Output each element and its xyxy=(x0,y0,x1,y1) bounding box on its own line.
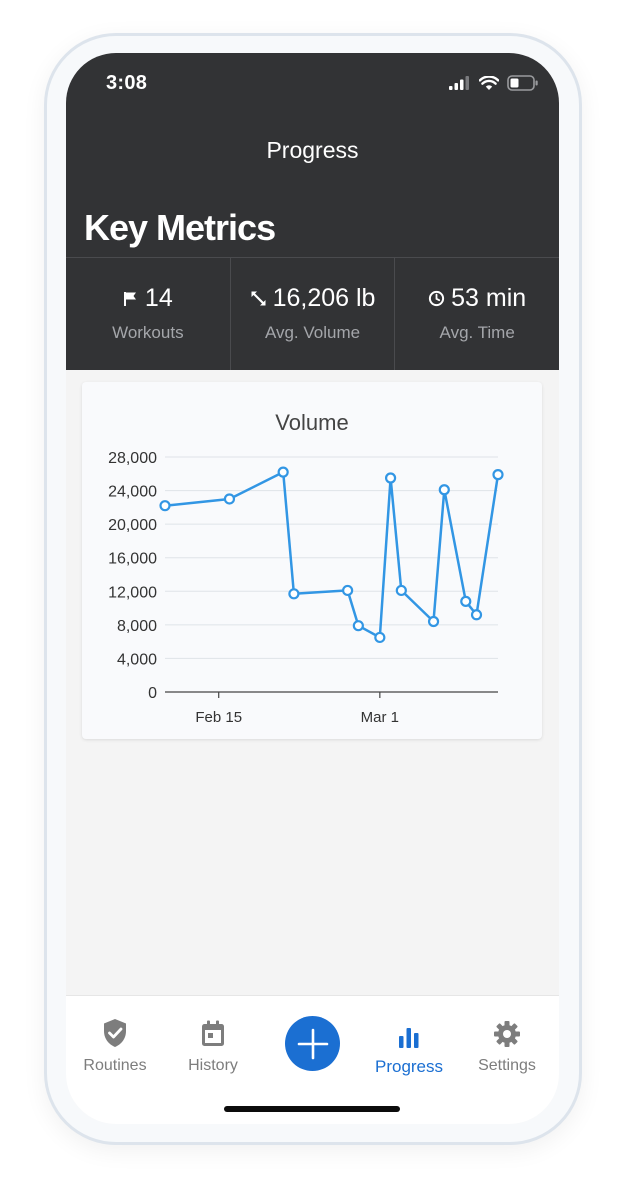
tab-label: History xyxy=(188,1057,238,1074)
data-point xyxy=(470,609,483,621)
tab-history[interactable]: History xyxy=(164,1016,262,1075)
metric-value: 14 xyxy=(144,284,173,312)
tab-progress[interactable]: Progress xyxy=(360,1016,458,1077)
status-icons xyxy=(449,75,539,91)
status-time: 3:08 xyxy=(106,72,148,94)
data-point xyxy=(288,588,300,600)
tab-settings[interactable]: Settings xyxy=(458,1016,556,1075)
battery-icon xyxy=(507,75,538,91)
data-point xyxy=(342,584,354,597)
header: 3:08 Progress Key Metrics 14 Workouts 16… xyxy=(66,53,559,370)
flag-icon xyxy=(123,291,136,306)
signal-icon xyxy=(449,76,469,90)
volume-series-line xyxy=(164,470,500,639)
shield-check-icon xyxy=(104,1019,126,1047)
data-point xyxy=(427,615,440,628)
home-indicator xyxy=(224,1106,400,1112)
plus-icon xyxy=(297,1028,328,1059)
y-tick-label: 20,000 xyxy=(108,517,157,534)
data-point xyxy=(159,500,171,512)
calendar-icon xyxy=(202,1020,224,1046)
x-tick-label: Feb 15 xyxy=(195,709,242,726)
data-point xyxy=(352,620,364,632)
tab-label: Routines xyxy=(83,1057,147,1074)
volume-chart-card: Volume 0 4,000 8,000 12,000 16,000 20,000 24,0… xyxy=(82,382,542,739)
y-tick-label: 24,000 xyxy=(108,484,157,501)
y-tick-label: 0 xyxy=(148,685,157,702)
y-tick-label: 28,000 xyxy=(108,450,157,467)
y-tick-label: 16,000 xyxy=(108,551,157,568)
y-tick-label: 4,000 xyxy=(117,651,157,668)
tab-label: Settings xyxy=(478,1057,536,1074)
data-point xyxy=(223,493,236,505)
metric-value: 16,206 lb xyxy=(272,284,376,312)
arrows-icon xyxy=(251,291,266,306)
metric-label: Workouts xyxy=(112,323,184,342)
data-point xyxy=(374,631,386,644)
data-point xyxy=(277,466,289,478)
metric-label: Avg. Volume xyxy=(264,323,361,342)
tab-label: Progress xyxy=(374,1057,444,1076)
gear-icon xyxy=(494,1021,520,1047)
key-metrics: 14 Workouts 16,206 lb Avg. Volume 53 min… xyxy=(66,257,559,370)
section-title: Key Metrics xyxy=(84,207,276,248)
metric-value: 53 min xyxy=(451,284,527,312)
wifi-icon xyxy=(479,75,499,90)
bar-chart-icon xyxy=(399,1028,419,1048)
metric-label: Avg. Time xyxy=(439,323,515,342)
x-tick-label: Mar 1 xyxy=(361,709,399,726)
nav-title: Progress xyxy=(266,137,359,163)
metric-workouts: 14 Workouts xyxy=(66,258,231,370)
app-screen: 3:08 Progress Key Metrics 14 Workouts 16… xyxy=(66,53,559,1124)
y-tick-label: 12,000 xyxy=(108,584,157,601)
volume-chart: 0 4,000 8,000 12,000 16,000 20,000 24,000 28,00… xyxy=(108,450,504,726)
add-workout-button[interactable] xyxy=(285,1016,340,1071)
tab-routines[interactable]: Routines xyxy=(66,1016,164,1075)
metric-avg-time: 53 min Avg. Time xyxy=(395,258,559,370)
y-tick-label: 8,000 xyxy=(117,618,157,635)
data-point xyxy=(460,595,472,607)
tab-bar: Routines History Progress Settings xyxy=(66,995,559,1124)
metric-avg-volume: 16,206 lb Avg. Volume xyxy=(231,258,396,370)
data-point xyxy=(384,472,397,484)
data-point xyxy=(395,584,407,597)
data-point xyxy=(492,469,504,481)
clock-icon xyxy=(429,290,445,307)
data-point xyxy=(438,484,450,496)
